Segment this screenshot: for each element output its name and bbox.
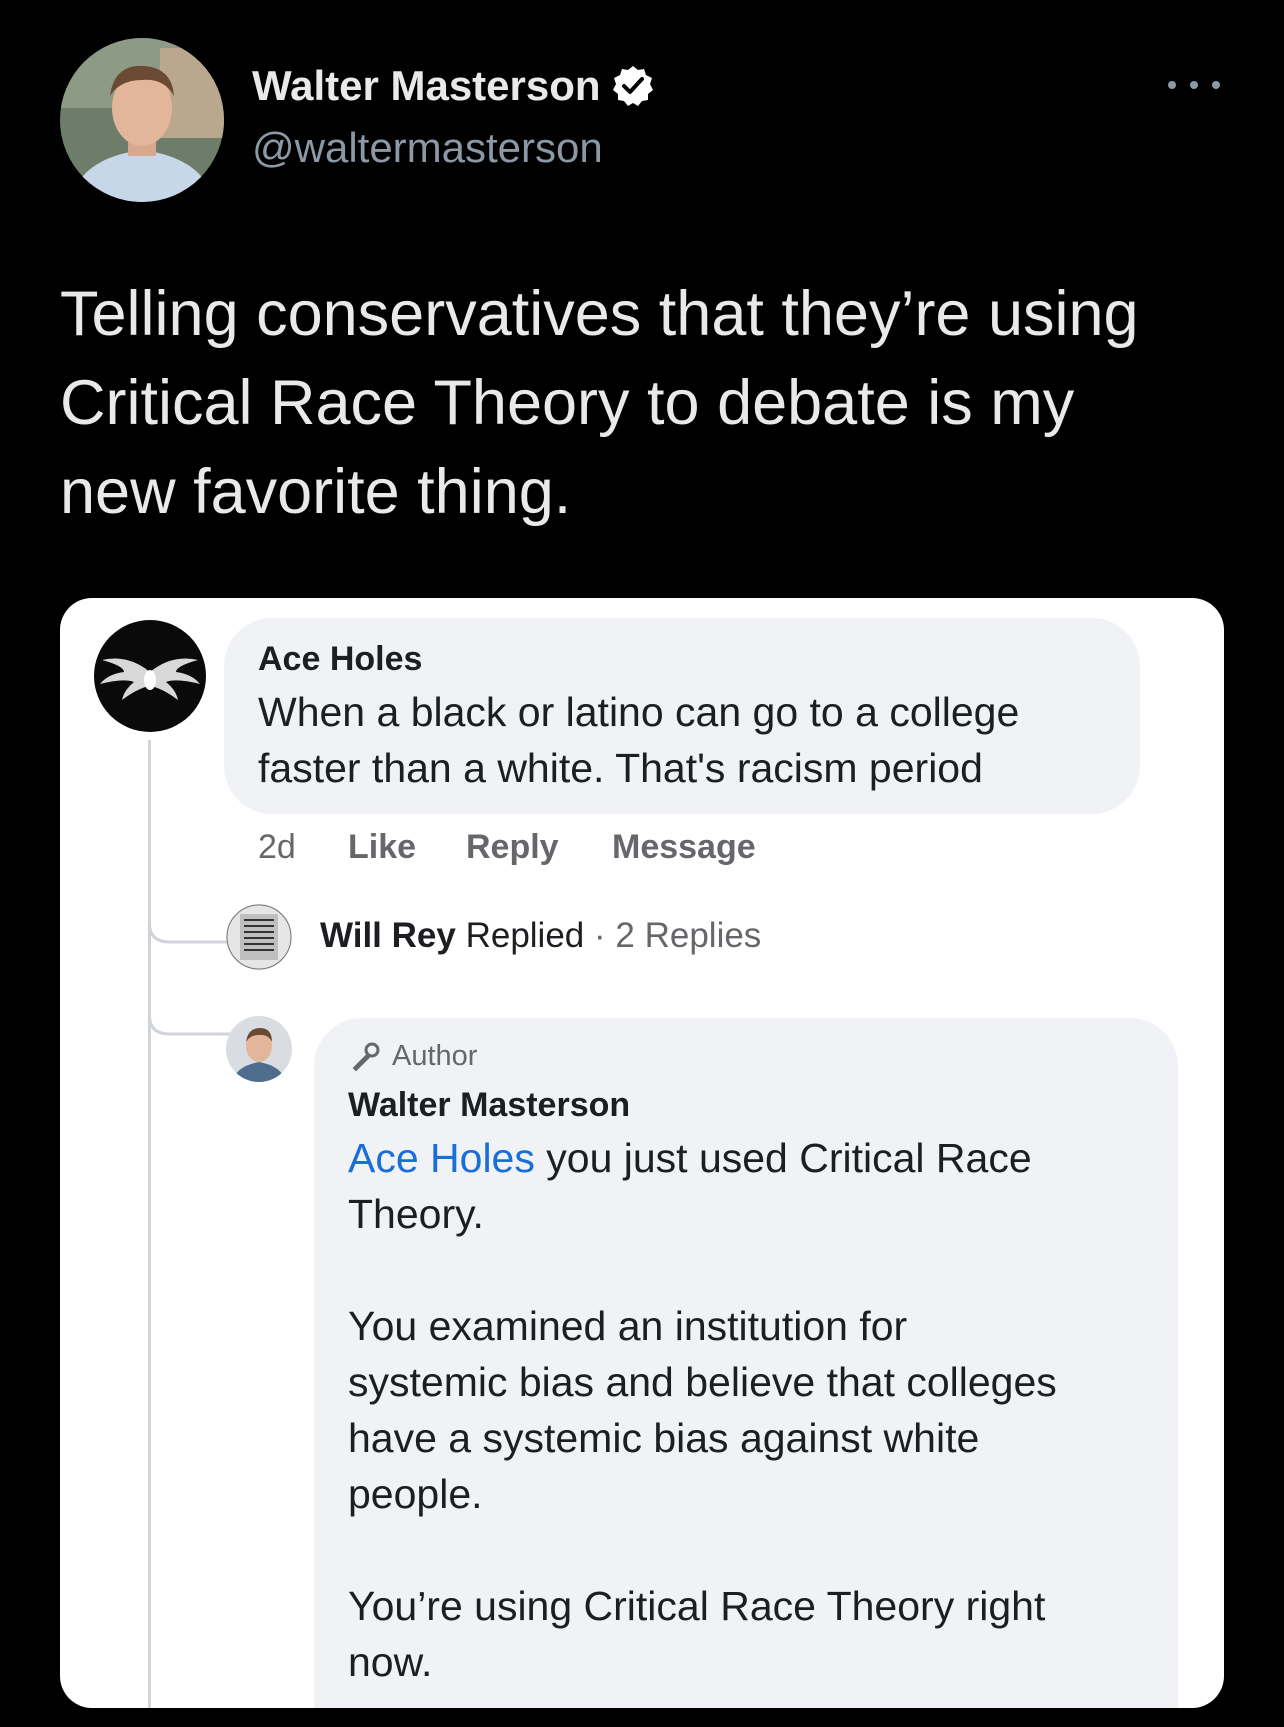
comment-author[interactable]: Walter Masterson	[348, 1086, 630, 1125]
mention-link[interactable]: Ace Holes	[348, 1135, 535, 1181]
comment-author[interactable]: Ace Holes	[258, 640, 422, 679]
tweet-text: Telling conservatives that they’re using…	[60, 279, 1139, 527]
reply-button[interactable]: Reply	[466, 828, 559, 867]
embedded-image[interactable]: Ace Holes When a black or latino can go …	[60, 598, 1224, 1708]
more-options-icon[interactable]	[1168, 70, 1220, 100]
replies-row[interactable]: Will Rey Replied · 2 Replies	[320, 916, 761, 956]
like-button[interactable]: Like	[348, 828, 416, 867]
verified-badge-icon	[611, 64, 655, 108]
more-dot	[1212, 81, 1220, 89]
author-badge: Author	[348, 1038, 477, 1074]
handle[interactable]: @waltermasterson	[252, 124, 603, 172]
comment-text: Ace Holes you just used Critical Race Th…	[348, 1130, 1168, 1690]
ace-holes-avatar[interactable]	[94, 620, 206, 732]
microphone-icon	[352, 1042, 380, 1072]
comment-text: When a black or latino can go to a colle…	[258, 689, 1020, 791]
reply-count[interactable]: · 2 Replies	[594, 916, 761, 955]
author-badge-label: Author	[392, 1039, 478, 1072]
comment-body: you just used Critical Race Theory. You …	[348, 1135, 1057, 1685]
profile-avatar[interactable]	[60, 38, 224, 202]
thread-line	[148, 740, 151, 1708]
walter-masterson-avatar[interactable]	[226, 1016, 292, 1082]
display-name-text[interactable]: Walter Masterson	[252, 62, 601, 110]
more-dot	[1190, 81, 1198, 89]
replied-label: Replied	[465, 916, 585, 955]
comment-time: 2d	[258, 828, 296, 866]
message-button[interactable]: Message	[612, 828, 756, 867]
display-name[interactable]: Walter Masterson	[252, 62, 655, 110]
more-dot	[1168, 81, 1176, 89]
replier-name[interactable]: Will Rey	[320, 916, 456, 955]
will-rey-avatar[interactable]	[226, 904, 292, 970]
